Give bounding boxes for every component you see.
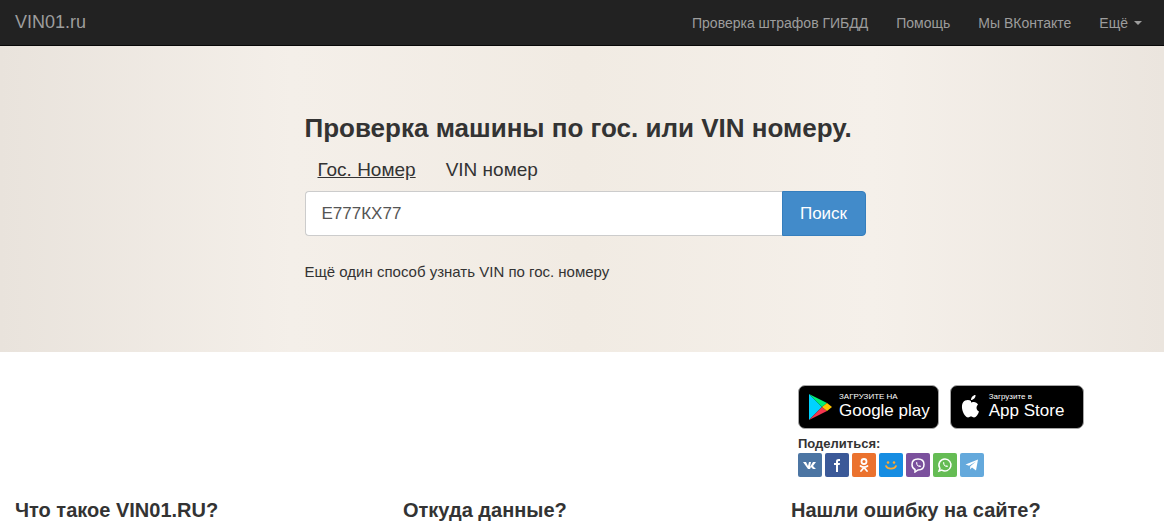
- nav-links: Проверка штрафов ГИБДД Помощь Мы ВКонтак…: [678, 15, 1164, 31]
- search-tabs: Гос. Номер VIN номер: [305, 144, 866, 191]
- search-tab[interactable]: VIN номер: [446, 158, 538, 182]
- section-title: Что такое VIN01.RU?: [15, 497, 373, 523]
- store-badge[interactable]: ЗАГРУЗИТЕ НА Google play: [798, 385, 939, 429]
- badge-store-name: Google play: [839, 402, 930, 421]
- badge-store-name: App Store: [989, 402, 1065, 421]
- search-panel: Проверка машины по гос. или VIN номеру. …: [299, 112, 866, 280]
- telegram-icon: [964, 457, 980, 473]
- hero-background-image: Проверка машины по гос. или VIN номеру. …: [0, 46, 1164, 352]
- share-button[interactable]: [960, 453, 984, 477]
- search-button[interactable]: Поиск: [782, 191, 866, 236]
- alt-method-link[interactable]: Ещё один способ узнать VIN по гос. номер…: [305, 263, 866, 280]
- store-badge[interactable]: Загрузите в App Store: [950, 385, 1084, 429]
- nav-link[interactable]: Проверка штрафов ГИБДД: [678, 15, 882, 31]
- page: VIN01.ru Проверка штрафов ГИБДД Помощь М…: [0, 0, 1164, 523]
- share-icons: [798, 453, 1149, 477]
- share-button[interactable]: [933, 453, 957, 477]
- share-button[interactable]: [798, 453, 822, 477]
- badge-caption: ЗАГРУЗИТЕ НА: [839, 393, 930, 402]
- facebook-icon: [829, 457, 845, 473]
- apple-icon: [959, 393, 983, 421]
- caret-icon: [1134, 21, 1142, 25]
- share-button[interactable]: [852, 453, 876, 477]
- nav-link[interactable]: Помощь: [882, 15, 964, 31]
- badge-caption: Загрузите в: [989, 393, 1065, 402]
- share-button[interactable]: [879, 453, 903, 477]
- share-button[interactable]: [825, 453, 849, 477]
- nav-link[interactable]: Ещё: [1085, 15, 1156, 31]
- search-tab[interactable]: Гос. Номер: [318, 158, 416, 182]
- share-label: Поделиться:: [798, 436, 1149, 451]
- content: ЗАГРУЗИТЕ НА Google play Загрузите в App…: [0, 352, 1164, 523]
- navbar: VIN01.ru Проверка штрафов ГИБДД Помощь М…: [0, 0, 1164, 46]
- brand-link[interactable]: VIN01.ru: [0, 12, 101, 33]
- vk-icon: [802, 457, 818, 473]
- viber-icon: [910, 457, 926, 473]
- section-title: Нашли ошибку на сайте?: [791, 497, 1149, 523]
- badge-text: ЗАГРУЗИТЕ НА Google play: [839, 393, 930, 420]
- apps-block: ЗАГРУЗИТЕ НА Google play Загрузите в App…: [776, 385, 1164, 477]
- info-sections: Что такое VIN01.RU? Откуда данные? Нашли о…: [0, 497, 1164, 523]
- ok-icon: [856, 457, 872, 473]
- section-title: Откуда данные?: [403, 497, 761, 523]
- store-badges: ЗАГРУЗИТЕ НА Google play Загрузите в App…: [798, 385, 1149, 429]
- apps-row: ЗАГРУЗИТЕ НА Google play Загрузите в App…: [0, 385, 1164, 477]
- plate-input[interactable]: [305, 191, 782, 236]
- badge-text: Загрузите в App Store: [989, 393, 1065, 420]
- moimir-icon: [883, 457, 899, 473]
- whatsapp-icon: [937, 457, 953, 473]
- share-button[interactable]: [906, 453, 930, 477]
- hero-title: Проверка машины по гос. или VIN номеру.: [305, 112, 866, 144]
- search-form: Поиск: [305, 191, 866, 236]
- google-play-icon: [807, 393, 833, 421]
- nav-link[interactable]: Мы ВКонтакте: [964, 15, 1085, 31]
